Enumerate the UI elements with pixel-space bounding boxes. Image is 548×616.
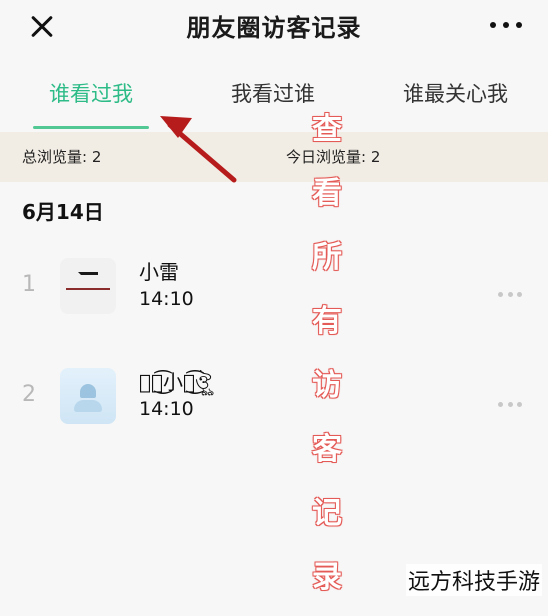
- avatar[interactable]: [60, 368, 116, 424]
- overlay-char: 记: [312, 496, 342, 531]
- avatar-heart: [80, 384, 96, 398]
- avatar-figure: [74, 400, 102, 412]
- avatar[interactable]: [60, 258, 116, 314]
- visitor-name: ঔৣ͜͡小花͜͡ঔৣ: [139, 370, 212, 394]
- overlay-char: 录: [312, 560, 342, 595]
- overlay-char: 看: [312, 176, 342, 211]
- tab-bar: 谁看过我 我看过谁 谁最关心我: [0, 60, 548, 132]
- tab-who-cares-most[interactable]: 谁最关心我: [403, 78, 508, 108]
- row-more-icon[interactable]: [498, 292, 522, 298]
- visitor-name: 小雷: [139, 260, 179, 284]
- visit-time: 14:10: [139, 398, 194, 420]
- avatar-line: [66, 288, 110, 290]
- total-views: 总浏览量: 2: [22, 148, 102, 166]
- tab-who-i-viewed[interactable]: 我看过谁: [231, 78, 315, 108]
- visitor-index: 1: [22, 272, 36, 297]
- more-dot: [517, 292, 522, 297]
- visit-time: 14:10: [139, 288, 194, 310]
- header-bar: 朋友圈访客记录: [0, 0, 548, 52]
- more-dot: [498, 402, 503, 407]
- active-tab-indicator: [33, 126, 149, 129]
- visitor-row[interactable]: 1 小雷 14:10: [0, 236, 548, 336]
- avatar-mark: [78, 272, 98, 288]
- more-dot: [503, 22, 509, 28]
- tab-who-viewed-me[interactable]: 谁看过我: [49, 78, 133, 108]
- more-dot: [498, 292, 503, 297]
- overlay-char: 所: [312, 240, 342, 275]
- overlay-char: 查: [312, 112, 342, 147]
- more-dot: [516, 22, 522, 28]
- more-dot: [507, 402, 513, 407]
- overlay-char: 访: [312, 368, 342, 403]
- more-options-icon[interactable]: [490, 20, 522, 30]
- date-header: 6月14日: [22, 200, 104, 224]
- overlay-char: 客: [312, 432, 342, 467]
- more-dot: [517, 402, 522, 407]
- page-title: 朋友圈访客记录: [186, 14, 362, 42]
- visitor-row[interactable]: 2 ঔৣ͜͡小花͜͡ঔৣ 14:10: [0, 346, 548, 446]
- stats-bar: 总浏览量: 2 今日浏览量: 2: [0, 132, 548, 182]
- watermark: 远方科技手游: [405, 564, 542, 596]
- overlay-vertical-text: 查 看 所 有 访 客 记 录: [304, 104, 350, 616]
- visitor-index: 2: [22, 382, 36, 407]
- more-dot: [490, 22, 496, 28]
- more-dot: [507, 292, 513, 297]
- row-more-icon[interactable]: [498, 402, 522, 408]
- overlay-char: 有: [312, 304, 342, 339]
